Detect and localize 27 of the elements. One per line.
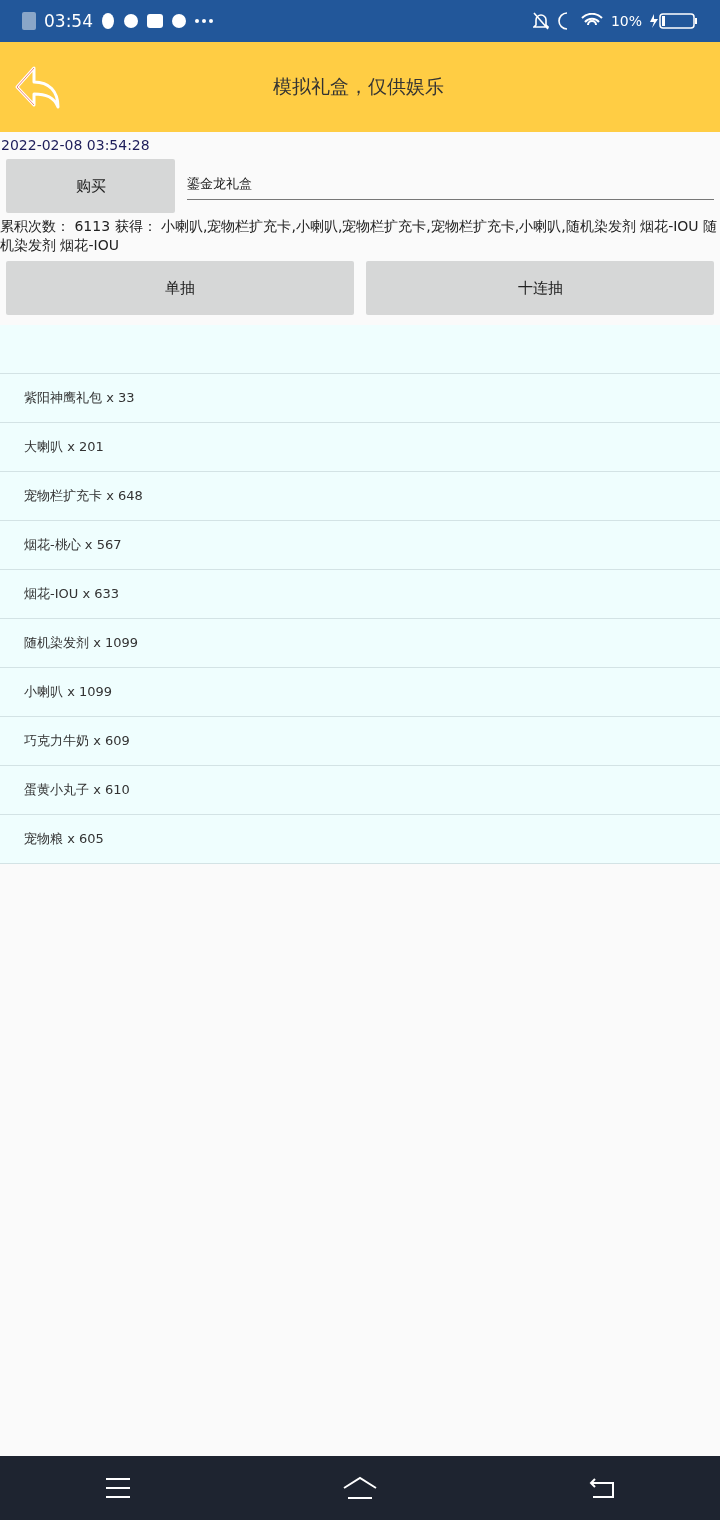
item-count-row: 宠物粮 x 605 — [0, 815, 720, 864]
item-count-row: 烟花-IOU x 633 — [0, 570, 720, 619]
item-count-row: 巧克力牛奶 x 609 — [0, 717, 720, 766]
status-time: 03:54 — [44, 11, 93, 31]
sim-icon — [22, 12, 36, 30]
mute-icon — [532, 12, 549, 30]
gift-box-field[interactable]: 鎏金龙礼盒 — [187, 166, 714, 200]
timestamp: 2022-02-08 03:54:28 — [0, 136, 151, 153]
mail-icon — [147, 13, 163, 29]
item-count-row: 紫阳神鹰礼包 x 33 — [0, 374, 720, 423]
draw-button[interactable]: 单抽 — [6, 261, 354, 315]
item-count-row: 烟花-桃心 x 567 — [0, 521, 720, 570]
back-nav-icon[interactable] — [588, 1477, 615, 1499]
item-count-row: 大喇叭 x 201 — [0, 423, 720, 472]
item-count-row: 宠物栏扩充卡 x 648 — [0, 472, 720, 521]
more-icon — [195, 19, 213, 23]
menu-icon[interactable] — [105, 1477, 132, 1499]
item-count-row: 蛋黄小丸子 x 610 — [0, 766, 720, 815]
item-count-row: 小喇叭 x 1099 — [0, 668, 720, 717]
draw-result-text: 累积次数： 6113 获得： 小喇叭,宠物栏扩充卡,小喇叭,宠物栏扩充卡,宠物栏扩充卡,小喇叭,随机染发剂 烟花-IOU 随机染发剂 烟花-IOU — [0, 217, 719, 255]
battery-icon — [650, 13, 698, 29]
item-count-row: 随机染发剂 x 1099 — [0, 619, 720, 668]
page-title: 模拟礼盒，仅供娱乐 — [271, 74, 445, 99]
battery-percent: 10% — [610, 13, 642, 29]
home-icon[interactable] — [342, 1476, 378, 1500]
draw-button[interactable]: 十连抽 — [366, 261, 714, 315]
buy-button[interactable]: 购买 — [6, 159, 175, 213]
